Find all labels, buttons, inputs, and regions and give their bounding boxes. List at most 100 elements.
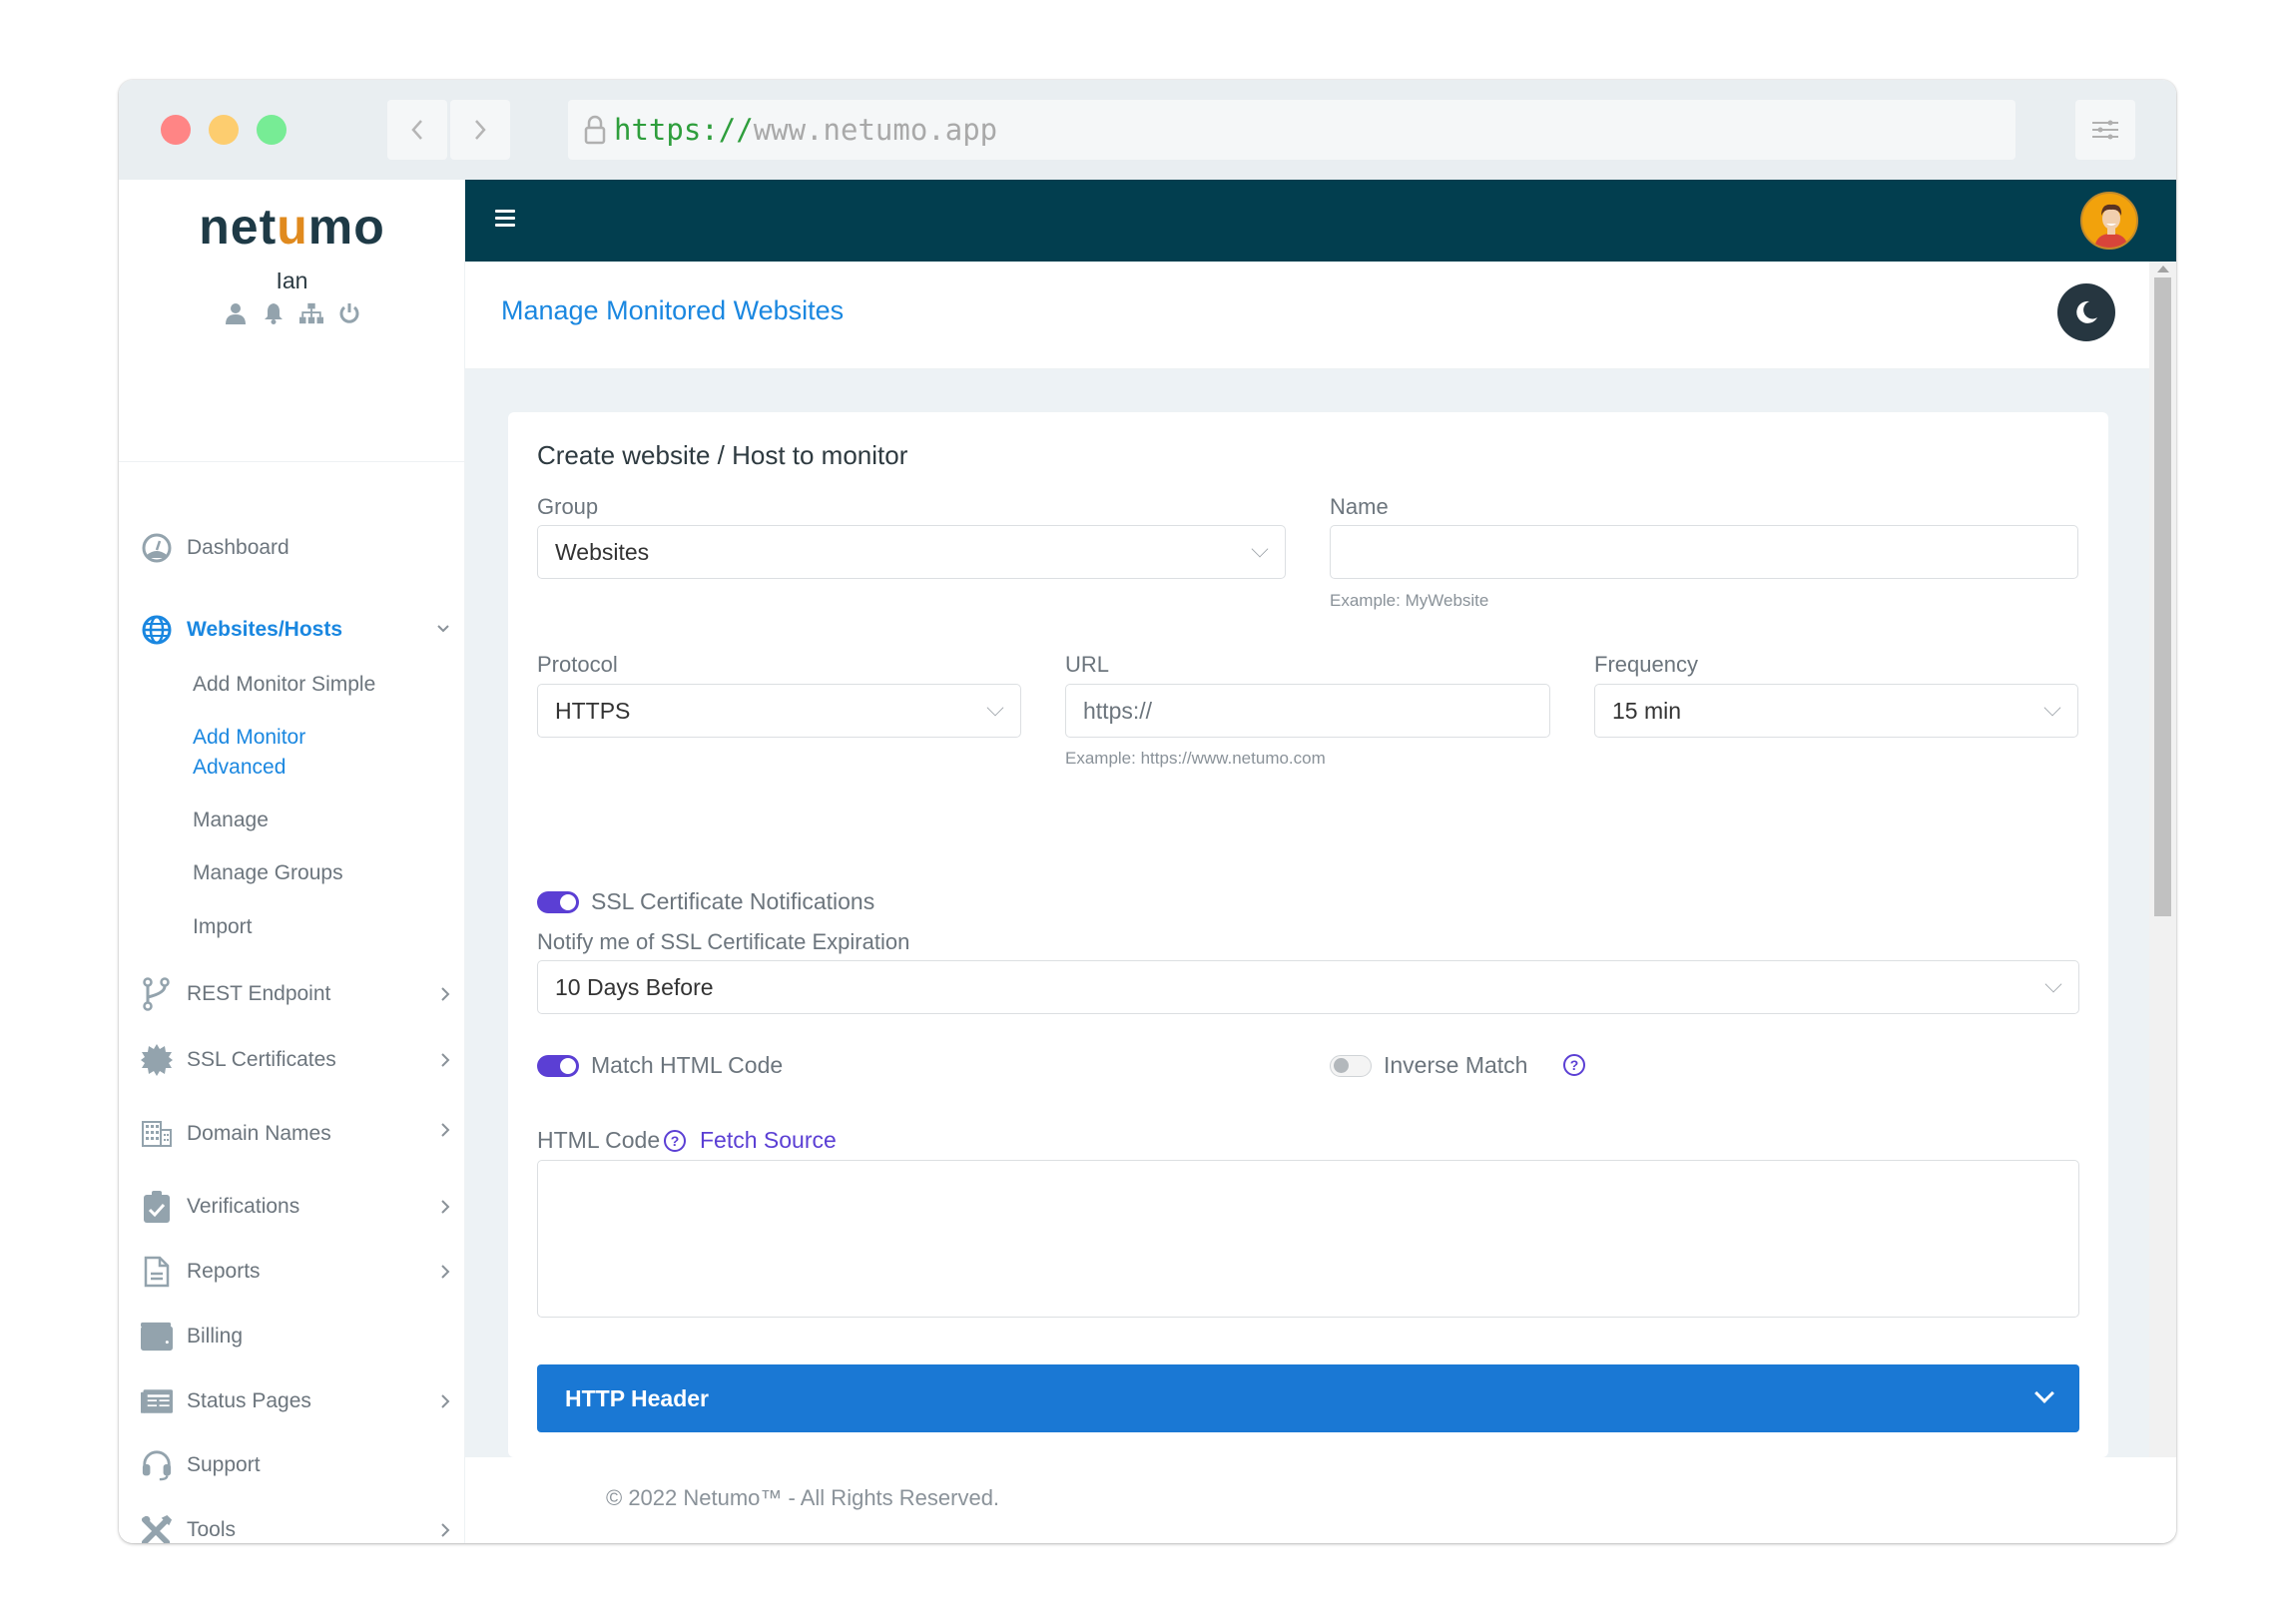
sidebar-item-label: Dashboard: [187, 536, 289, 559]
branch-icon: [141, 977, 173, 1011]
url-label: URL: [1065, 652, 1110, 677]
minimize-window-button[interactable]: [209, 115, 239, 145]
inverse-match-toggle[interactable]: [1330, 1055, 1372, 1077]
building-icon: [141, 1118, 173, 1150]
url-input[interactable]: https://: [1065, 684, 1550, 738]
group-select-value: Websites: [555, 538, 650, 565]
user-icon[interactable]: [224, 301, 248, 325]
address-bar[interactable]: https://www.netumo.app: [568, 100, 2015, 160]
url-hint: Example: https://www.netumo.com: [1065, 749, 1326, 768]
sidebar-item-status-pages[interactable]: Status Pages: [141, 1385, 450, 1417]
name-label: Name: [1330, 494, 1389, 519]
group-select[interactable]: Websites: [537, 525, 1286, 579]
power-icon[interactable]: [337, 301, 361, 325]
chevron-down-icon: [2044, 975, 2062, 993]
frequency-select-value: 15 min: [1612, 697, 1682, 724]
ssl-expiration-select[interactable]: 10 Days Before: [537, 960, 2079, 1014]
maximize-window-button[interactable]: [257, 115, 287, 145]
sidebar-item-websites-hosts[interactable]: Websites/Hosts: [141, 614, 450, 646]
page-title: Manage Monitored Websites: [501, 295, 845, 325]
logo-text: net: [199, 199, 278, 255]
frequency-select[interactable]: 15 min: [1594, 684, 2078, 738]
forward-button[interactable]: [450, 100, 510, 160]
match-html-toggle[interactable]: [537, 1055, 579, 1077]
create-monitor-card: Create website / Host to monitor Group W…: [508, 412, 2108, 1531]
chevron-right-icon: [440, 1048, 450, 1074]
url-scheme: https://: [614, 113, 754, 147]
menu-toggle-icon[interactable]: [495, 210, 515, 230]
name-input[interactable]: [1330, 525, 2078, 579]
sidebar-item-rest-endpoint[interactable]: REST Endpoint: [141, 977, 450, 1011]
sidebar-item-billing[interactable]: Billing: [141, 1321, 450, 1352]
sidebar-item-dashboard[interactable]: Dashboard: [141, 532, 450, 564]
moon-icon: [2076, 300, 2097, 323]
sidebar-divider: [119, 461, 465, 462]
page-header: Manage Monitored Websites: [465, 262, 2149, 369]
sidebar-item-reports[interactable]: Reports: [141, 1256, 450, 1288]
submenu-add-monitor-simple[interactable]: Add Monitor Simple: [193, 670, 375, 700]
sitemap-icon[interactable]: [298, 301, 323, 325]
sidebar-item-label: Tools: [187, 1518, 237, 1541]
sidebar-item-label: Domain Names: [187, 1122, 331, 1145]
chevron-down-icon: [986, 699, 1004, 717]
chevron-right-icon: [440, 1118, 450, 1144]
top-navbar: [465, 180, 2176, 262]
sidebar-item-label: Verifications: [187, 1195, 300, 1218]
back-button[interactable]: [387, 100, 447, 160]
sidebar-item-tools[interactable]: Tools: [141, 1514, 450, 1543]
browser-window: https://www.netumo.app netumo Ian Dashbo…: [119, 80, 2176, 1543]
sidebar-item-domain-names[interactable]: Domain Names: [141, 1118, 450, 1150]
chevron-right-icon: [440, 1389, 450, 1415]
sidebar-item-label: REST Endpoint: [187, 982, 331, 1005]
inverse-match-help-icon[interactable]: ?: [1563, 1054, 1585, 1076]
protocol-select[interactable]: HTTPS: [537, 684, 1021, 738]
newspaper-icon: [141, 1385, 173, 1417]
logo-accent: u: [277, 199, 308, 255]
sidebar-item-verifications[interactable]: Verifications: [141, 1191, 450, 1223]
dark-mode-toggle[interactable]: [2057, 283, 2115, 341]
match-html-label: Match HTML Code: [591, 1052, 784, 1078]
chevron-left-icon: [411, 120, 422, 140]
html-code-textarea[interactable]: [537, 1160, 2079, 1318]
submenu-import[interactable]: Import: [193, 912, 253, 942]
html-code-label: HTML Code: [537, 1127, 661, 1153]
chevron-down-icon: [2034, 1383, 2054, 1403]
fetch-source-link[interactable]: Fetch Source: [700, 1127, 837, 1154]
dashboard-icon: [141, 532, 173, 564]
close-window-button[interactable]: [161, 115, 191, 145]
chevron-down-icon: [1251, 540, 1269, 558]
scroll-up-arrow-icon[interactable]: [2157, 266, 2169, 272]
logo-text-end: mo: [307, 199, 385, 255]
http-header-accordion[interactable]: HTTP Header: [537, 1364, 2079, 1432]
netumo-logo[interactable]: netumo: [119, 198, 465, 256]
submenu-manage[interactable]: Manage: [193, 806, 269, 835]
scrollbar-thumb[interactable]: [2154, 277, 2171, 916]
html-code-help-icon[interactable]: ?: [664, 1130, 686, 1152]
sidebar-item-label: SSL Certificates: [187, 1048, 336, 1071]
chevron-down-icon: [436, 614, 450, 640]
headset-icon: [141, 1449, 173, 1481]
footer: © 2022 Netumo™ - All Rights Reserved.: [465, 1457, 2176, 1543]
sidebar: netumo Ian Dashboard Websites/Hosts Add …: [119, 180, 465, 1543]
accordion-label: HTTP Header: [565, 1384, 710, 1411]
sidebar-item-ssl-certificates[interactable]: SSL Certificates: [141, 1044, 450, 1076]
user-avatar[interactable]: [2080, 192, 2138, 250]
chevron-right-icon: [440, 1260, 450, 1286]
certificate-icon: [141, 1044, 173, 1076]
group-label: Group: [537, 494, 599, 519]
sidebar-item-support[interactable]: Support: [141, 1449, 450, 1481]
sidebar-item-label: Support: [187, 1453, 261, 1476]
card-title: Create website / Host to monitor: [537, 440, 908, 470]
protocol-label: Protocol: [537, 652, 618, 677]
submenu-manage-groups[interactable]: Manage Groups: [193, 858, 343, 888]
vertical-scrollbar[interactable]: [2149, 262, 2176, 1457]
chevron-right-icon: [475, 120, 486, 140]
submenu-add-monitor-advanced[interactable]: Add Monitor Advanced: [193, 723, 332, 783]
bell-icon[interactable]: [262, 301, 286, 325]
username: Ian: [276, 268, 308, 293]
sidebar-item-label: Billing: [187, 1325, 244, 1348]
chevron-right-icon: [440, 982, 450, 1008]
clipboard-check-icon: [141, 1191, 173, 1223]
browser-settings-button[interactable]: [2075, 100, 2135, 160]
ssl-notifications-toggle[interactable]: [537, 891, 579, 913]
